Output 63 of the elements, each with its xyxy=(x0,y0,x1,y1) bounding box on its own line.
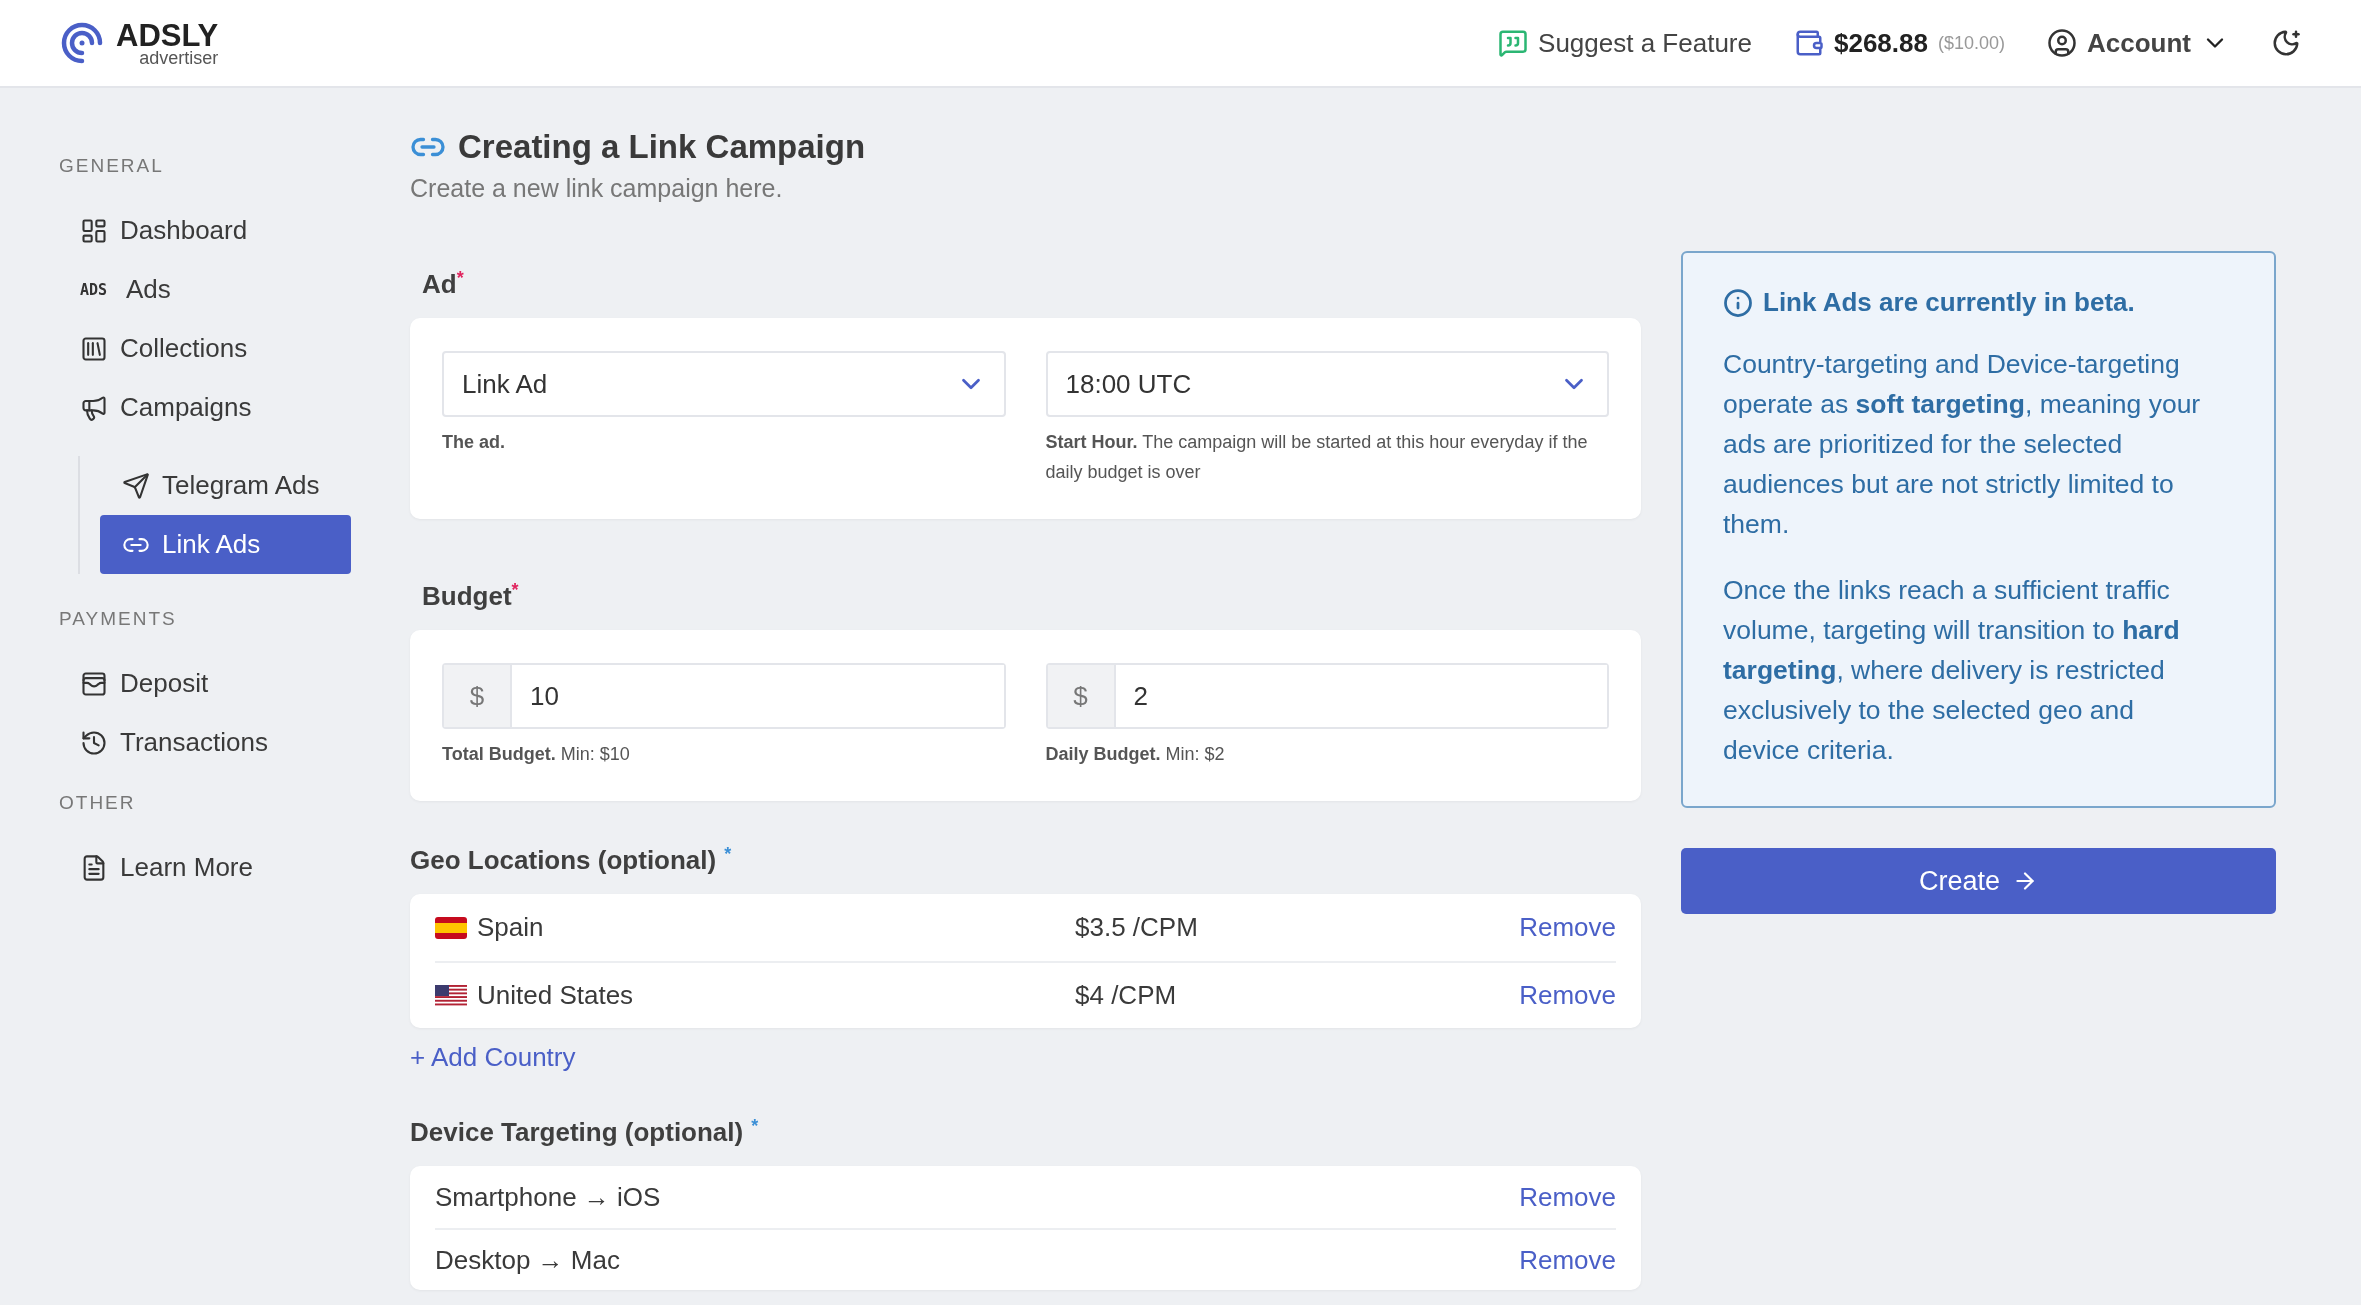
remove-link[interactable]: Remove xyxy=(1519,1244,1616,1276)
device-name: Desktop → Mac xyxy=(435,1244,620,1276)
sidebar-item[interactable]: Deposit xyxy=(59,654,380,713)
brand-name: ADSLY xyxy=(116,19,219,51)
section-label: Device Targeting (optional) xyxy=(410,1117,744,1148)
info-paragraph: Country-targeting and Device-targeting operate as soft targeting, meaning your ads are prioritized for the selected audiences but are not strictly limited to them. xyxy=(1723,348,2202,541)
dashboard-icon xyxy=(80,216,108,245)
flag-icon xyxy=(435,916,467,939)
sidebar-item[interactable]: Transactions xyxy=(59,713,380,772)
device-name: Smartphone → iOS xyxy=(435,1181,661,1213)
paper-plane-icon xyxy=(122,471,150,500)
help-text: Start Hour. The campaign will be started at this hour everyday if the daily budget is over xyxy=(1045,431,1589,484)
remove-link[interactable]: Remove xyxy=(1519,980,1616,1011)
required-mark: * xyxy=(456,269,464,287)
remove-link[interactable]: Remove xyxy=(1519,912,1616,943)
section-title: PAYMENTS xyxy=(59,608,178,630)
dropdown[interactable]: Link Ad xyxy=(442,351,1006,417)
ads-icon: ADS xyxy=(80,280,114,299)
section-label: Ad xyxy=(422,269,457,300)
create-button[interactable]: Create xyxy=(1681,848,2276,914)
sidebar-item[interactable]: Campaigns xyxy=(59,378,380,437)
input-field[interactable]: $ 10 xyxy=(442,663,1006,729)
remove-link[interactable]: Remove xyxy=(1519,1181,1616,1213)
suggest-feature-link[interactable]: Suggest a Feature xyxy=(1498,27,1752,59)
optional-mark: * xyxy=(724,845,732,863)
section-label: Budget xyxy=(422,581,512,612)
brand-subtitle: advertiser xyxy=(139,48,219,67)
info-paragraph: Once the links reach a sufficient traffic volume, targeting will transition to hard targeting, where delivery is restricted exclusively to the selected geo and device criteria. xyxy=(1723,574,2181,767)
country-name: United States xyxy=(477,980,634,1011)
info-title: Link Ads are currently in beta. xyxy=(1763,287,2135,318)
speech-bubble-icon xyxy=(1498,28,1529,58)
sidebar-item[interactable]: ADS Ads xyxy=(59,260,380,319)
sidebar-item[interactable]: Learn More xyxy=(59,838,380,897)
sidebar-item[interactable]: Dashboard xyxy=(59,201,380,260)
help-text: Total Budget. Min: $10 xyxy=(442,743,631,766)
balance-amount: $268.88 xyxy=(1833,27,1928,59)
section-label: Geo Locations (optional) xyxy=(410,845,717,876)
optional-mark: * xyxy=(751,1117,759,1135)
megaphone-icon xyxy=(80,393,108,422)
user-icon xyxy=(2047,28,2077,58)
logo-icon xyxy=(60,21,104,65)
help-text: The ad. xyxy=(442,431,506,454)
price-text: $3.5 /CPM xyxy=(1075,912,1198,943)
help-text: Daily Budget. Min: $2 xyxy=(1045,743,1226,766)
section-title: OTHER xyxy=(59,792,137,814)
page-title: Creating a Link Campaign xyxy=(458,128,866,166)
price-text: $4 /CPM xyxy=(1075,980,1177,1011)
sidebar-item[interactable]: Collections xyxy=(59,319,380,378)
flag-icon xyxy=(435,984,467,1007)
info-icon xyxy=(1723,287,1753,318)
balance-pending: ($10.00) xyxy=(1937,32,2005,54)
sidebar-item[interactable]: Link Ads xyxy=(100,515,351,574)
account-menu[interactable]: Account xyxy=(2047,27,2229,59)
dropdown[interactable]: 18:00 UTC xyxy=(1045,351,1609,417)
section-title: GENERAL xyxy=(59,155,165,177)
history-icon xyxy=(80,728,108,757)
required-mark: * xyxy=(511,581,519,599)
input-field[interactable]: $ 2 xyxy=(1045,663,1609,729)
sidebar-item[interactable]: Telegram Ads xyxy=(100,456,351,515)
add-country-link[interactable]: + Add Country xyxy=(410,1042,576,1073)
dark-mode-icon[interactable] xyxy=(2271,28,2301,58)
country-name: Spain xyxy=(477,912,544,943)
page-subtitle: Create a new link campaign here. xyxy=(410,174,784,203)
